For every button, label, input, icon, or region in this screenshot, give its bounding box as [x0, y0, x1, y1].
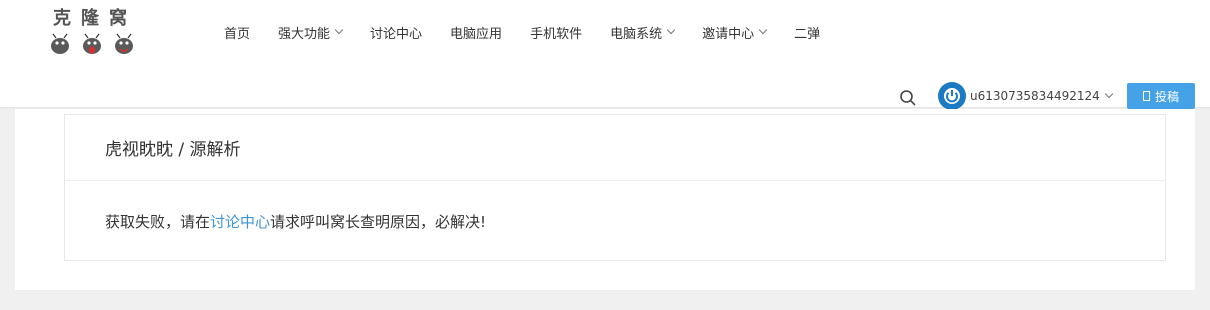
- site-logo[interactable]: 克隆窝: [50, 6, 140, 56]
- message-text: 请求呼叫窝长查明原因，必解决!: [270, 212, 487, 231]
- nav-item-label: 首页: [224, 26, 251, 42]
- chevron-down-icon: [666, 25, 676, 35]
- content-card: 虎视眈眈 / 源解析 获取失败，请在 讨论中心 请求呼叫窝长查明原因，必解决!: [64, 114, 1166, 261]
- site-header: 克隆窝 首页 强大功能 讨论中心 电脑应用 手机软件 电脑系统 邀请中心 二弹 …: [0, 0, 1210, 110]
- discussion-center-link[interactable]: 讨论中心: [210, 211, 270, 232]
- nav-item-label: 手机软件: [530, 26, 583, 42]
- logo-bugs-icon: [51, 33, 133, 54]
- nav-item-label: 二弹: [794, 26, 821, 42]
- nav-item-label: 邀请中心: [702, 26, 755, 42]
- power-icon: [944, 88, 960, 104]
- post-button-label: 投稿: [1154, 89, 1179, 104]
- main-nav: 首页 强大功能 讨论中心 电脑应用 手机软件 电脑系统 邀请中心 二弹: [224, 20, 848, 44]
- logo-text: 克隆窝: [53, 8, 137, 29]
- document-icon: [1142, 91, 1150, 101]
- user-menu[interactable]: u6130735834492124: [938, 82, 1114, 110]
- nav-item-label: 电脑应用: [450, 26, 503, 42]
- avatar: [938, 82, 966, 110]
- nav-item-mobile-apps[interactable]: 手机软件: [530, 23, 582, 42]
- chevron-down-icon: [1104, 89, 1114, 99]
- search-button[interactable]: [899, 89, 917, 107]
- nav-item-label: 电脑系统: [610, 26, 663, 42]
- nav-item-erdan[interactable]: 二弹: [794, 23, 820, 42]
- main-content: 虎视眈眈 / 源解析 获取失败，请在 讨论中心 请求呼叫窝长查明原因，必解决!: [15, 109, 1195, 290]
- nav-item-invite[interactable]: 邀请中心: [702, 23, 768, 42]
- chevron-down-icon: [758, 25, 768, 35]
- nav-item-pc-apps[interactable]: 电脑应用: [450, 23, 502, 42]
- nav-item-label: 讨论中心: [370, 26, 423, 42]
- message-text: 获取失败，请在: [105, 212, 211, 231]
- nav-item-pc-systems[interactable]: 电脑系统: [610, 23, 676, 42]
- card-message: 获取失败，请在 讨论中心 请求呼叫窝长查明原因，必解决!: [65, 181, 1165, 261]
- nav-item-label: 强大功能: [278, 26, 331, 42]
- username: u6130735834492124: [970, 89, 1100, 103]
- nav-item-discussion[interactable]: 讨论中心: [370, 23, 422, 42]
- nav-item-features[interactable]: 强大功能: [278, 23, 344, 42]
- chevron-down-icon: [334, 25, 344, 35]
- search-icon: [900, 90, 916, 106]
- card-title: 虎视眈眈 / 源解析: [65, 115, 1165, 181]
- nav-item-home[interactable]: 首页: [224, 23, 250, 42]
- post-button[interactable]: 投稿: [1127, 83, 1195, 109]
